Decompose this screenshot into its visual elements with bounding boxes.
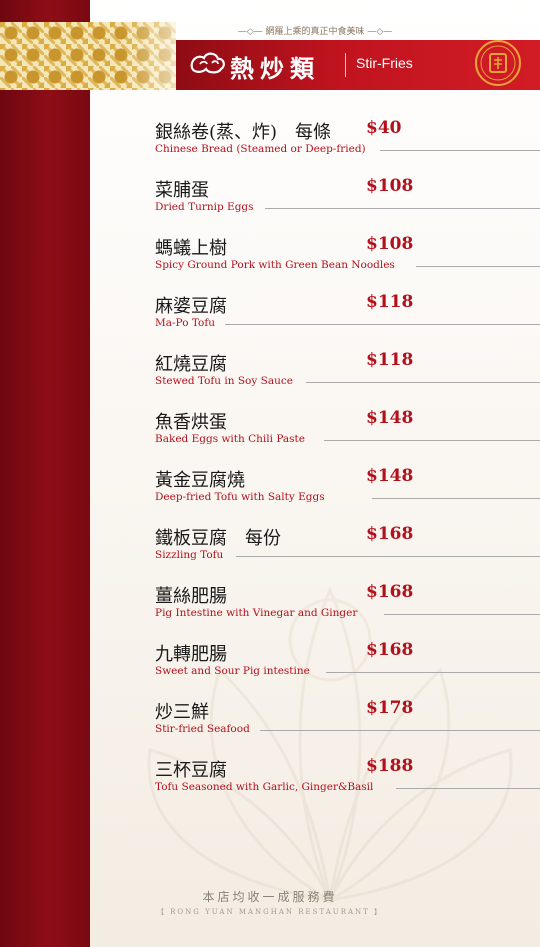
menu-item: 黃金豆腐燒 $148 Deep-fried Tofu with Salty Eg… [0, 466, 540, 516]
dish-name-en: Ma-Po Tofu [155, 317, 216, 329]
dish-price: $178 [366, 698, 414, 718]
dish-price: $168 [366, 524, 414, 544]
menu-item: 鐵板豆腐 每份 $168 Sizzling Tofu [0, 524, 540, 574]
dish-price: $188 [366, 756, 414, 776]
dish-name-en: Deep-fried Tofu with Salty Eggs [155, 491, 325, 503]
menu-item: 菜脯蛋 $108 Dried Turnip Eggs [0, 176, 540, 226]
auspicious-cloud-icon [190, 52, 225, 74]
dish-name-zh: 銀絲卷(蒸、炸) 每條 [155, 122, 332, 143]
dish-name-en: Tofu Seasoned with Garlic, Ginger&Basil [155, 781, 374, 793]
divider-line [326, 672, 540, 673]
dish-name-zh: 魚香烘蛋 [155, 412, 227, 433]
service-charge-note: 本店均收一成服務費 [202, 890, 338, 904]
divider-line [384, 614, 540, 615]
dish-name-zh: 螞蟻上樹 [155, 238, 227, 259]
dish-name-en: Sizzling Tofu [155, 549, 224, 561]
dish-price: $148 [366, 408, 414, 428]
dish-name-zh: 麻婆豆腐 [155, 296, 227, 317]
menu-item: 薑絲肥腸 $168 Pig Intestine with Vinegar and… [0, 582, 540, 632]
pattern-fade [0, 22, 176, 90]
dish-name-en: Baked Eggs with Chili Paste [155, 433, 305, 445]
menu-item: 九轉肥腸 $168 Sweet and Sour Pig intestine [0, 640, 540, 690]
menu-item: 三杯豆腐 $188 Tofu Seasoned with Garlic, Gin… [0, 756, 540, 806]
dish-name-zh: 菜脯蛋 [155, 180, 209, 201]
dish-name-zh: 三杯豆腐 [155, 760, 227, 781]
dish-price: $118 [366, 350, 414, 370]
section-title-en: Stir-Fries [356, 55, 413, 71]
dish-price: $118 [366, 292, 414, 312]
dish-name-en: Dried Turnip Eggs [155, 201, 254, 213]
divider-line [265, 208, 540, 209]
menu-item: 麻婆豆腐 $118 Ma-Po Tofu [0, 292, 540, 342]
header-tagline: —◇— 網羅上乘的真正中食美味 —◇— [237, 27, 393, 37]
dish-price: $168 [366, 640, 414, 660]
dish-name-en: Chinese Bread (Steamed or Deep-fried) [155, 143, 366, 155]
menu-item: 銀絲卷(蒸、炸) 每條 $40 Chinese Bread (Steamed o… [0, 118, 540, 168]
dish-price: $108 [366, 176, 414, 196]
section-title-zh: 熱炒類 [230, 54, 320, 83]
dish-price: $168 [366, 582, 414, 602]
menu-item: 螞蟻上樹 $108 Spicy Ground Pork with Green B… [0, 234, 540, 284]
menu-item: 魚香烘蛋 $148 Baked Eggs with Chili Paste [0, 408, 540, 458]
dish-price: $148 [366, 466, 414, 486]
divider-line [380, 150, 540, 151]
dish-name-zh: 薑絲肥腸 [155, 586, 227, 607]
divider-line [396, 788, 540, 789]
dish-name-zh: 黃金豆腐燒 [155, 470, 245, 491]
restaurant-seal-icon [475, 40, 521, 86]
dish-name-en: Stir-fried Seafood [155, 723, 250, 735]
divider-line [260, 730, 540, 731]
dish-name-en: Spicy Ground Pork with Green Bean Noodle… [155, 259, 395, 271]
divider-line [324, 440, 540, 441]
divider-line [372, 498, 540, 499]
menu-item: 紅燒豆腐 $118 Stewed Tofu in Soy Sauce [0, 350, 540, 400]
title-separator [345, 53, 346, 77]
menu-item: 炒三鮮 $178 Stir-fried Seafood [0, 698, 540, 748]
dish-name-zh: 炒三鮮 [155, 702, 209, 723]
dish-name-zh: 鐵板豆腐 每份 [155, 528, 281, 549]
dish-name-zh: 九轉肥腸 [155, 644, 227, 665]
dish-name-en: Sweet and Sour Pig intestine [155, 665, 310, 677]
dish-name-zh: 紅燒豆腐 [155, 354, 227, 375]
divider-line [306, 382, 540, 383]
dish-price: $40 [366, 118, 402, 138]
divider-line [416, 266, 540, 267]
divider-line [225, 324, 540, 325]
dish-price: $108 [366, 234, 414, 254]
dish-name-en: Stewed Tofu in Soy Sauce [155, 375, 293, 387]
divider-line [236, 556, 540, 557]
restaurant-name-en: 【 RONG YUAN MANGHAN RESTAURANT 】 [156, 908, 384, 916]
dish-name-en: Pig Intestine with Vinegar and Ginger [155, 607, 358, 619]
